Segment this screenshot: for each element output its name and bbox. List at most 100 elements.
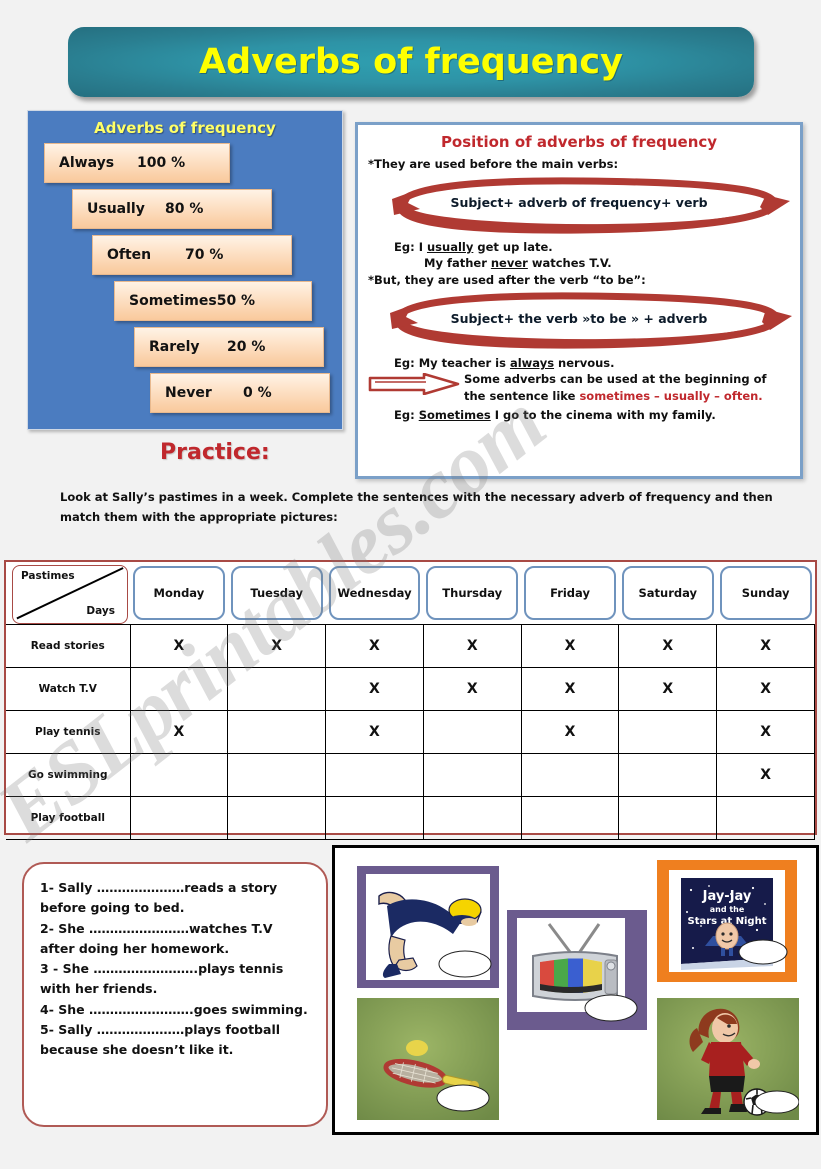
table-cell[interactable]: X xyxy=(520,709,620,754)
frequency-label: Often xyxy=(107,247,152,263)
frequency-label: Usually xyxy=(87,201,145,217)
day-header-tuesday: Tuesday xyxy=(228,562,326,624)
frequency-step-rarely: Rarely 20 % xyxy=(134,327,324,367)
frequency-percent: 70 % xyxy=(185,247,224,263)
table-cell[interactable]: X xyxy=(129,709,229,754)
table-cell[interactable] xyxy=(422,752,522,797)
picture-football xyxy=(657,998,800,1120)
page-title-banner: Adverbs of frequency xyxy=(68,27,754,97)
table-cell[interactable]: X xyxy=(618,666,718,711)
table-row: Play tennis X X X X xyxy=(6,709,815,754)
day-header-monday: Monday xyxy=(130,562,228,624)
day-header-thursday: Thursday xyxy=(423,562,521,624)
pastimes-table: Pastimes Days Monday Tuesday Wednesday T… xyxy=(4,560,817,840)
tennis-racket-icon xyxy=(357,998,499,1120)
table-header-row: Pastimes Days Monday Tuesday Wednesday T… xyxy=(6,562,815,624)
table-cell[interactable] xyxy=(325,795,424,840)
television-icon xyxy=(507,910,647,1030)
sentence-item: 3 - She …………………….plays tennis with her f… xyxy=(40,961,284,997)
table-cell[interactable] xyxy=(129,752,229,797)
table-cell[interactable] xyxy=(422,795,522,840)
practice-heading: Practice: xyxy=(160,440,270,465)
corner-label-pastimes: Pastimes xyxy=(21,570,75,582)
table-cell[interactable]: X xyxy=(520,623,620,668)
table-cell[interactable] xyxy=(129,795,229,840)
table-row: Read stories X X X X X X X xyxy=(6,623,815,668)
table-cell[interactable] xyxy=(618,752,718,797)
table-cell[interactable] xyxy=(618,709,718,754)
rule-before-main-verbs: *They are used before the main verbs: xyxy=(368,157,619,171)
formula-text-1: Subject+ adverb of frequency+ verb xyxy=(450,194,708,210)
table-cell[interactable]: X xyxy=(227,623,327,668)
table-cell[interactable]: X xyxy=(325,709,424,754)
table-cell[interactable]: X xyxy=(716,623,815,668)
formula-box-2: Subject+ the verb »to be » + adverb xyxy=(368,291,792,353)
picture-swimming xyxy=(357,866,499,988)
position-panel-header: Position of adverbs of frequency xyxy=(440,133,718,151)
rule-after-to-be: *But, they are used after the verb “to b… xyxy=(368,273,646,288)
frequency-scale-panel: Adverbs of frequency Always 100 % Usuall… xyxy=(27,110,343,430)
row-label: Play tennis xyxy=(6,709,131,754)
frequency-step-never: Never 0 % xyxy=(150,373,330,413)
picture-reading-book: Jay-Jay and the Stars at Night xyxy=(657,860,797,982)
frequency-percent: 100 % xyxy=(137,155,186,171)
formula-box-1: Subject+ adverb of frequency+ verb xyxy=(368,175,790,237)
table-cell[interactable]: X xyxy=(325,666,424,711)
example-2: Eg: My teacher is always nervous. xyxy=(394,355,615,370)
table-cell[interactable] xyxy=(422,709,522,754)
table-cell[interactable] xyxy=(227,709,327,754)
table-cell[interactable]: X xyxy=(129,623,229,668)
table-cell[interactable] xyxy=(227,666,327,711)
example-3: Eg: Sometimes I go to the cinema with my… xyxy=(394,407,716,422)
frequency-percent: 20 % xyxy=(227,339,266,355)
swimmer-icon xyxy=(357,866,499,988)
table-cell[interactable]: X xyxy=(716,666,815,711)
row-label: Watch T.V xyxy=(6,666,131,711)
table-cell[interactable]: X xyxy=(618,623,718,668)
table-cell[interactable]: X xyxy=(422,623,522,668)
book-icon: Jay-Jay and the Stars at Night xyxy=(657,860,797,982)
table-cell[interactable] xyxy=(227,752,327,797)
sentence-item: 2- She ……………………watches T.V after doing h… xyxy=(40,920,273,956)
table-cell[interactable]: X xyxy=(325,623,424,668)
frequency-label: Never xyxy=(165,385,212,401)
instructions-text: Look at Sally’s pastimes in a week. Comp… xyxy=(60,490,773,524)
sentences-box: 1- Sally …………………reads a story before goi… xyxy=(22,862,328,1127)
frequency-step-usually: Usually 80 % xyxy=(72,189,272,229)
table-cell[interactable]: X xyxy=(520,666,620,711)
row-label: Play football xyxy=(6,795,131,840)
table-cell[interactable]: X xyxy=(716,752,815,797)
table-row: Play football xyxy=(6,795,815,840)
sentence-item: 4- She …………………….goes swimming. xyxy=(40,1001,308,1017)
frequency-percent: 80 % xyxy=(165,201,204,217)
frequency-label: Always xyxy=(59,155,115,171)
picture-tennis xyxy=(357,998,499,1120)
table-cell[interactable] xyxy=(716,795,815,840)
frequency-step-sometimes: Sometimes 50 % xyxy=(114,281,312,321)
day-header-friday: Friday xyxy=(521,562,619,624)
note-text: Some adverbs can be used at the beginnin… xyxy=(464,372,767,404)
table-cell[interactable]: X xyxy=(716,709,815,754)
pictures-panel: Jay-Jay and the Stars at Night xyxy=(332,845,819,1135)
table-cell[interactable] xyxy=(618,795,718,840)
table-cell[interactable]: X xyxy=(422,666,522,711)
table-cell[interactable] xyxy=(520,752,620,797)
frequency-panel-header: Adverbs of frequency xyxy=(94,119,276,137)
position-rules-panel: Position of adverbs of frequency *They a… xyxy=(355,122,803,479)
frequency-step-always: Always 100 % xyxy=(44,143,230,183)
day-header-wednesday: Wednesday xyxy=(326,562,424,624)
day-header-sunday: Sunday xyxy=(717,562,815,624)
table-cell[interactable] xyxy=(129,666,229,711)
book-title-line2: and the xyxy=(710,905,745,914)
table-cell[interactable] xyxy=(520,795,620,840)
example-1a: Eg: I usually get up late. xyxy=(394,239,553,254)
table-cell[interactable] xyxy=(325,752,424,797)
football-player-icon xyxy=(657,998,800,1120)
day-header-saturday: Saturday xyxy=(619,562,717,624)
row-label: Go swimming xyxy=(6,752,131,797)
frequency-label: Sometimes xyxy=(129,293,217,309)
book-title-line1: Jay-Jay xyxy=(702,889,752,904)
frequency-step-often: Often 70 % xyxy=(92,235,292,275)
table-cell[interactable] xyxy=(227,795,327,840)
frequency-percent: 50 % xyxy=(216,293,256,309)
